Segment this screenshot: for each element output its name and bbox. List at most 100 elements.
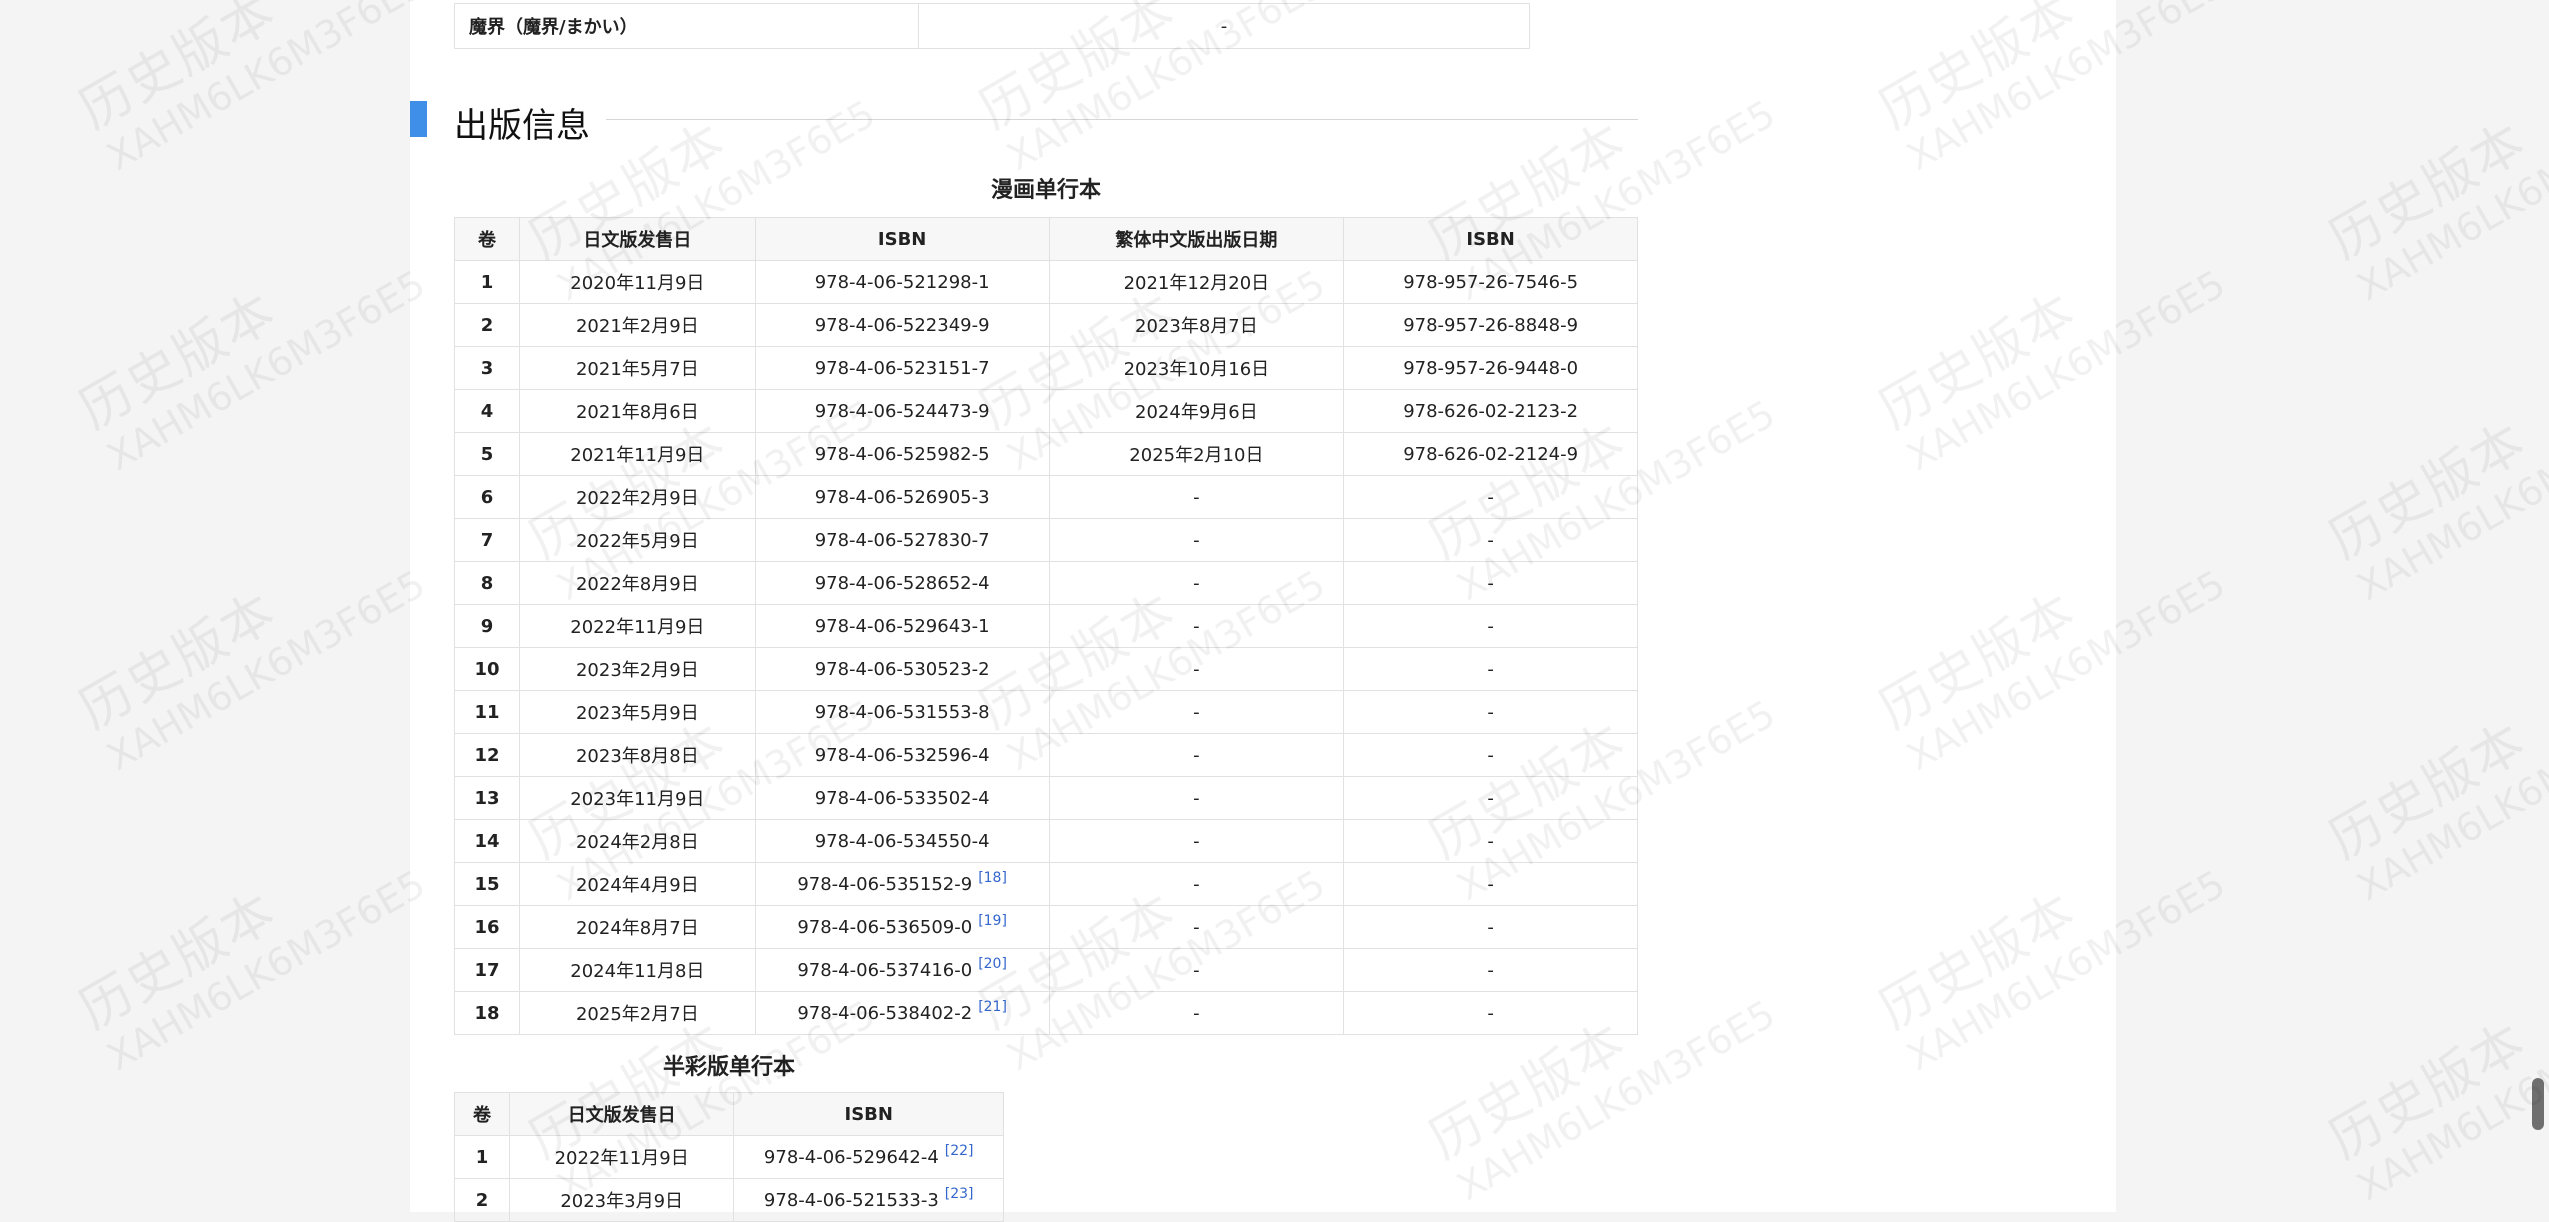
tw-isbn: 978-957-26-9448-0 (1343, 346, 1638, 390)
volume-number: 4 (454, 389, 520, 433)
section-divider (606, 119, 1638, 120)
tw-isbn: - (1343, 991, 1638, 1035)
watermark-text: 历史版本XAHM6LK6M3F6E5 (70, 0, 433, 180)
isbn-cell: 978-4-06-524473-9 (754, 389, 1050, 433)
jp-release-date: 2021年2月9日 (518, 303, 756, 347)
isbn-value: 978-4-06-521533-3 (763, 1189, 939, 1211)
volume-number: 1 (454, 1135, 510, 1179)
jp-release-date: 2021年11月9日 (518, 432, 756, 476)
watermark-line-2: XAHM6LK6M3F6E5 (99, 261, 433, 480)
tw-isbn: - (1343, 561, 1638, 605)
info-label: 魔界（魔界/まかい） (454, 3, 919, 49)
volume-number: 3 (454, 346, 520, 390)
tw-isbn: - (1343, 776, 1638, 820)
table-row: 9 2022年11月9日 978-4-06-529643-1 - - (454, 604, 1638, 648)
isbn-cell: 978-4-06-533502-4 (754, 776, 1050, 820)
isbn-value: 978-4-06-530523-2 (814, 658, 990, 680)
tw-release-date: 2023年8月7日 (1048, 303, 1345, 347)
isbn-value: 978-4-06-538402-2 (797, 1002, 973, 1024)
tw-release-date: - (1048, 948, 1345, 992)
watermark-text: 历史版本XAHM6LK6M3F6E5 (2320, 40, 2549, 309)
isbn-cell: 978-4-06-521533-3 [23] (733, 1178, 1004, 1222)
tw-release-date: - (1048, 690, 1345, 734)
isbn-cell: 978-4-06-529643-1 (754, 604, 1050, 648)
tw-isbn: - (1343, 862, 1638, 906)
tw-release-date: - (1048, 475, 1345, 519)
tw-isbn: 978-626-02-2123-2 (1343, 389, 1638, 433)
watermark-line-2: XAHM6LK6M3F6E5 (2349, 391, 2549, 610)
isbn-cell: 978-4-06-529642-4 [22] (733, 1135, 1004, 1179)
tw-isbn: - (1343, 819, 1638, 863)
volume-number: 9 (454, 604, 520, 648)
volume-number: 1 (454, 260, 520, 304)
isbn-value: 978-4-06-527830-7 (814, 529, 990, 551)
watermark-text: 历史版本XAHM6LK6M3F6E5 (2320, 940, 2549, 1209)
jp-release-date: 2024年8月7日 (518, 905, 756, 949)
jp-release-date: 2020年11月9日 (518, 260, 756, 304)
tw-release-date: - (1048, 776, 1345, 820)
reference-link[interactable]: [21] (978, 999, 1007, 1015)
watermark-line-2: XAHM6LK6M3F6E5 (2349, 91, 2549, 310)
watermark-line-2: XAHM6LK6M3F6E5 (2349, 691, 2549, 910)
watermark-line-2: XAHM6LK6M3F6E5 (99, 561, 433, 780)
watermark-line-1: 历史版本 (69, 0, 287, 142)
table-row: 7 2022年5月9日 978-4-06-527830-7 - - (454, 518, 1638, 562)
tw-isbn: - (1343, 690, 1638, 734)
reference-link[interactable]: [20] (978, 956, 1007, 972)
volume-number: 14 (454, 819, 520, 863)
table-row: 18 2025年2月7日 978-4-06-538402-2 [21] - - (454, 991, 1638, 1035)
jp-release-date: 2024年11月8日 (518, 948, 756, 992)
watermark-text: 历史版本XAHM6LK6M3F6E5 (70, 810, 433, 1079)
isbn-value: 978-4-06-528652-4 (814, 572, 990, 594)
isbn-value: 978-4-06-522349-9 (814, 314, 990, 336)
table-row: 2 2021年2月9日 978-4-06-522349-9 2023年8月7日 978-… (454, 303, 1638, 347)
tw-release-date: - (1048, 819, 1345, 863)
table-row: 5 2021年11月9日 978-4-06-525982-5 2025年2月10日 97… (454, 432, 1638, 476)
isbn-value: 978-4-06-531553-8 (814, 701, 990, 723)
jp-release-date: 2022年5月9日 (518, 518, 756, 562)
watermark-line-1: 历史版本 (69, 881, 287, 1042)
table-row: 10 2023年2月9日 978-4-06-530523-2 - - (454, 647, 1638, 691)
scrollbar-thumb[interactable] (2532, 1078, 2544, 1130)
reference-link[interactable]: [18] (978, 870, 1007, 886)
tw-isbn: - (1343, 948, 1638, 992)
table-row: 14 2024年2月8日 978-4-06-534550-4 - - (454, 819, 1638, 863)
volume-number: 8 (454, 561, 520, 605)
watermark-text: 历史版本XAHM6LK6M3F6E5 (2320, 640, 2549, 909)
table-row: 4 2021年8月6日 978-4-06-524473-9 2024年9月6日 978-… (454, 389, 1638, 433)
volume-number: 7 (454, 518, 520, 562)
isbn-cell: 978-4-06-521298-1 (754, 260, 1050, 304)
reference-link[interactable]: [19] (978, 913, 1007, 929)
tw-isbn: 978-957-26-7546-5 (1343, 260, 1638, 304)
watermark-line-1: 历史版本 (69, 281, 287, 442)
watermark-line-1: 历史版本 (2319, 111, 2537, 272)
reference-link[interactable]: [23] (945, 1186, 974, 1202)
tw-release-date: 2023年10月16日 (1048, 346, 1345, 390)
tw-release-date: 2025年2月10日 (1048, 432, 1345, 476)
tw-isbn: 978-957-26-8848-9 (1343, 303, 1638, 347)
info-value: - (918, 3, 1530, 49)
reference-link[interactable]: [22] (945, 1143, 974, 1159)
isbn-cell: 978-4-06-534550-4 (754, 819, 1050, 863)
tw-release-date: - (1048, 561, 1345, 605)
isbn-value: 978-4-06-525982-5 (814, 443, 990, 465)
volume-number: 17 (454, 948, 520, 992)
isbn-cell: 978-4-06-531553-8 (754, 690, 1050, 734)
jp-release-date: 2021年5月7日 (518, 346, 756, 390)
section-heading: 出版信息 (454, 106, 590, 146)
table-header-row: 卷 日文版发售日 ISBN (454, 1092, 1004, 1136)
jp-release-date: 2023年8月8日 (518, 733, 756, 777)
watermark-line-2: XAHM6LK6M3F6E5 (2349, 991, 2549, 1210)
isbn-cell: 978-4-06-527830-7 (754, 518, 1050, 562)
isbn-value: 978-4-06-529643-1 (814, 615, 990, 637)
watermark-text: 历史版本XAHM6LK6M3F6E5 (70, 210, 433, 479)
col-header-volume: 卷 (454, 1092, 510, 1136)
watermark-line-1: 历史版本 (2319, 711, 2537, 872)
col-header-jp-date: 日文版发售日 (518, 217, 756, 261)
col-header-tw-date: 繁体中文版出版日期 (1048, 217, 1345, 261)
isbn-value: 978-4-06-535152-9 (797, 873, 973, 895)
tw-isbn: - (1343, 604, 1638, 648)
volume-number: 16 (454, 905, 520, 949)
jp-release-date: 2023年5月9日 (518, 690, 756, 734)
isbn-cell: 978-4-06-537416-0 [20] (754, 948, 1050, 992)
